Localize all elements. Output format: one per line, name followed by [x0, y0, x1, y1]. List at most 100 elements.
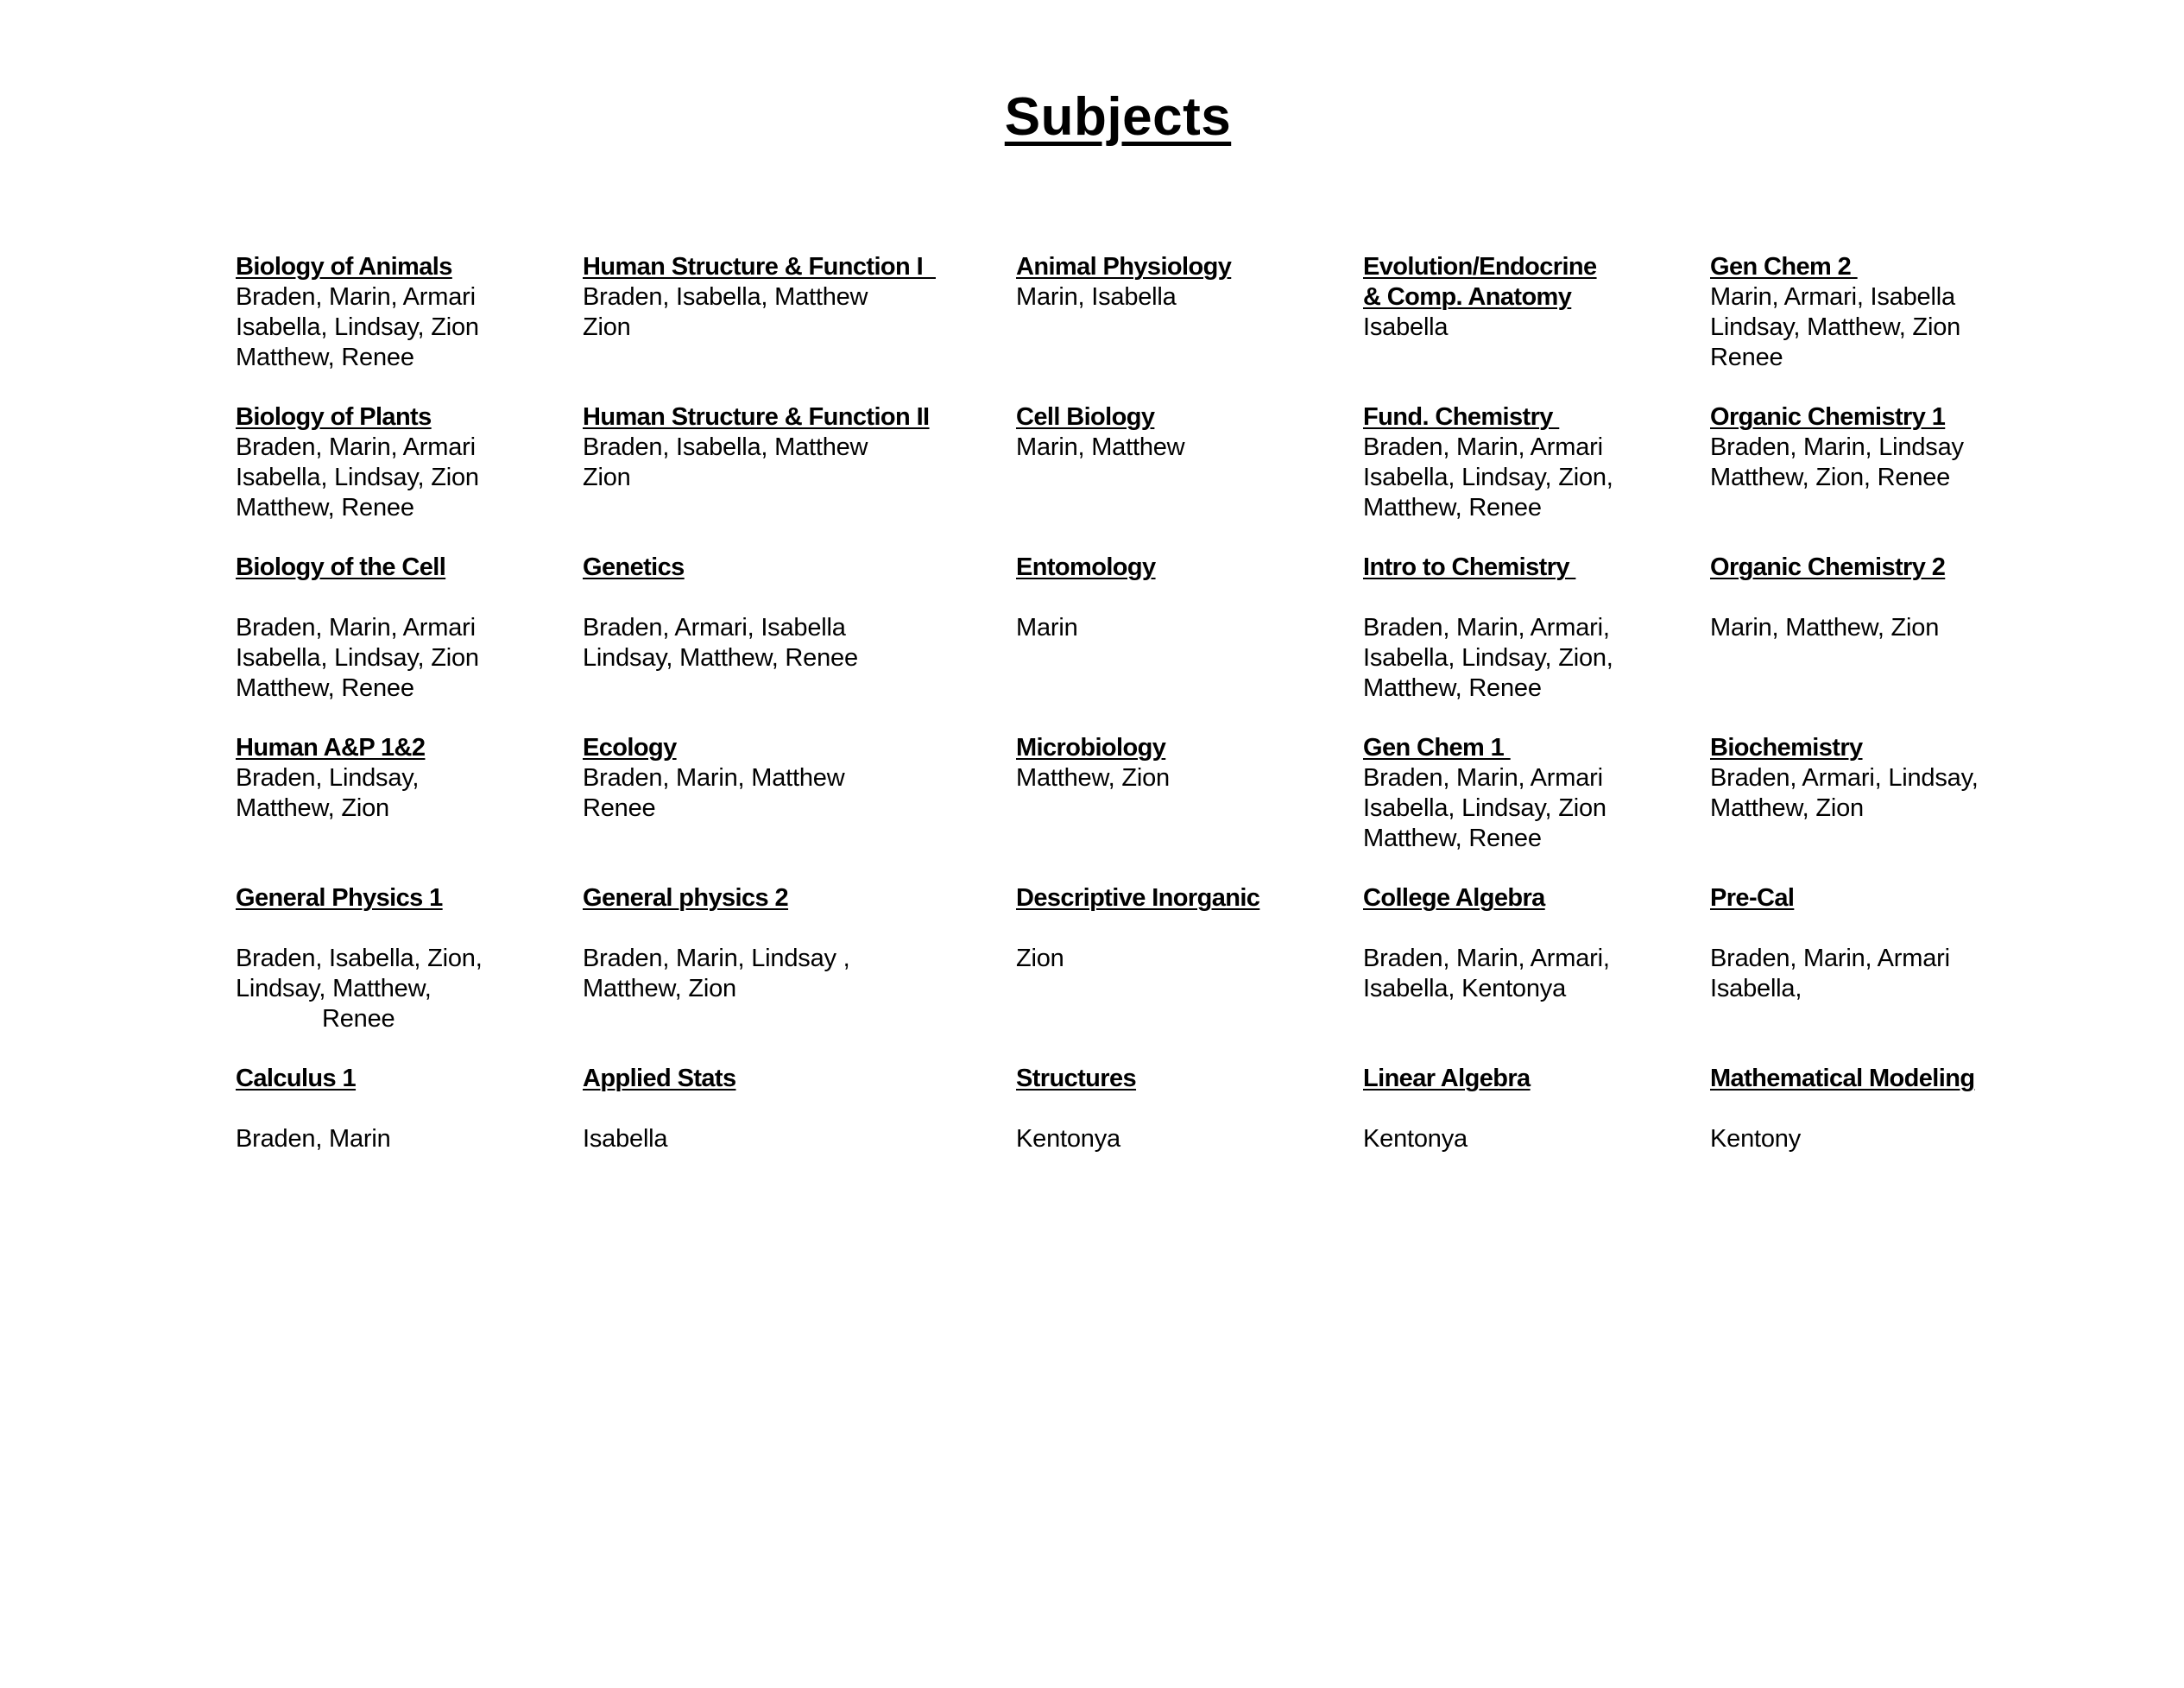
subject-entry: Biochemistry Braden, Armari, Lindsay, Matt… — [1710, 733, 1979, 824]
student-names: Kentony — [1710, 1124, 1974, 1154]
student-names: Kentonya — [1016, 1124, 1136, 1154]
subject-entry: Gen Chem 2 Marin, Armari, Isabella Lindsa… — [1710, 252, 1960, 373]
subject-heading: Human Structure & Function II — [583, 403, 930, 431]
student-names-line: Matthew, Zion — [1016, 764, 1170, 792]
student-names-line: Braden, Isabella, Zion, — [236, 945, 483, 972]
subject-heading: Biology of Animals — [236, 253, 452, 281]
student-names: Isabella — [583, 1124, 736, 1154]
subject-heading: Genetics — [583, 553, 685, 581]
subject-entry: Linear Algebra Kentonya — [1363, 1064, 1531, 1154]
student-names-line: Isabella, Lindsay, Zion — [236, 644, 479, 672]
subject-entry: General physics 2 Braden, Marin, Lindsay … — [583, 883, 850, 1004]
subject-heading: Biology of the Cell — [236, 553, 446, 581]
subject-entry: Applied Stats Isabella — [583, 1064, 736, 1154]
student-names: Kentonya — [1363, 1124, 1531, 1154]
student-names-line: Braden, Marin — [236, 1125, 391, 1153]
subject-heading: Applied Stats — [583, 1065, 736, 1092]
subject-entry: College Algebra Braden, Marin, Armari, Isa… — [1363, 883, 1610, 1004]
student-names: Isabella — [1363, 313, 1597, 343]
student-names-line: Braden, Marin, Matthew — [583, 764, 845, 792]
student-names-line: Isabella, Lindsay, Zion — [236, 313, 479, 341]
subject-heading: Gen Chem 1 — [1363, 734, 1511, 762]
student-names-line: Zion — [1016, 945, 1064, 972]
student-names: Braden, Marin, Matthew Renee — [583, 763, 845, 824]
student-names-line: Marin, Armari, Isabella — [1710, 283, 1955, 311]
subject-heading: Intro to Chemistry — [1363, 553, 1576, 581]
subject-entry: Entomology Marin — [1016, 553, 1156, 643]
subject-entry: Biology of Plants Braden, Marin, Armari Is… — [236, 402, 479, 523]
student-names-line: Marin, Matthew — [1016, 433, 1185, 461]
student-names-line: Braden, Marin, Armari, — [1363, 614, 1610, 642]
subject-heading: Human Structure & Function I — [583, 253, 936, 281]
student-names-line: Lindsay, Matthew, Renee — [583, 644, 858, 672]
subject-entry: Cell Biology Marin, Matthew — [1016, 402, 1185, 463]
subject-heading: Microbiology — [1016, 734, 1166, 762]
student-names-line: Braden, Isabella, Matthew — [583, 283, 868, 311]
subject-entry: Mathematical Modeling Kentony — [1710, 1064, 1975, 1154]
subject-entry: General Physics 1 Braden, Isabella, Zion,… — [236, 883, 483, 1034]
subject-heading: Linear Algebra — [1363, 1065, 1531, 1092]
student-names-line: Braden, Marin, Armari — [236, 433, 476, 461]
student-names-line: Braden, Marin, Armari — [236, 614, 476, 642]
student-names: Marin, Isabella — [1016, 282, 1231, 313]
student-names-line: Braden, Marin, Armari — [1363, 433, 1603, 461]
student-names: Braden, Marin, Lindsay , Matthew, Zion — [583, 944, 850, 1004]
subject-entry: Descriptive Inorganic Zion — [1016, 883, 1260, 974]
student-names-line: Matthew, Zion — [236, 794, 389, 822]
subject-entry: Fund. Chemistry Braden, Marin, Armari Isa… — [1363, 402, 1613, 523]
subject-heading: General Physics 1 — [236, 884, 443, 912]
subject-entry: Animal Physiology Marin, Isabella — [1016, 252, 1232, 313]
student-names-line: Matthew, Renee — [1363, 825, 1542, 852]
subject-heading: Organic Chemistry 2 — [1710, 553, 1946, 581]
student-names-line: Matthew, Zion — [583, 975, 736, 1002]
subject-entry: Human Structure & Function I Braden, Isa… — [583, 252, 936, 343]
page-title: Subjects — [1004, 87, 1232, 147]
student-names: Marin, Matthew — [1016, 433, 1185, 463]
subject-heading: Structures — [1016, 1065, 1137, 1092]
student-names-line: Matthew, Renee — [236, 344, 414, 371]
subject-heading: Organic Chemistry 1 — [1710, 403, 1946, 431]
subject-heading: Biochemistry — [1710, 734, 1863, 762]
student-names: Braden, Marin, Armari Isabella, Lindsay, … — [236, 282, 479, 373]
student-names-line: Renee — [583, 794, 656, 822]
student-names-line: Kentonya — [1363, 1125, 1468, 1153]
student-names-line: Isabella, — [1710, 975, 1802, 1002]
student-names-line: Braden, Marin, Armari — [1363, 764, 1603, 792]
student-names-line: Braden, Isabella, Matthew — [583, 433, 868, 461]
student-names: Braden, Isabella, Zion, Lindsay, Matthew,… — [236, 944, 483, 1034]
student-names-line: Isabella — [583, 1125, 668, 1153]
subject-heading: Evolution/Endocrine & Comp. Anatomy — [1363, 253, 1597, 311]
student-names-line: Braden, Armari, Isabella — [583, 614, 846, 642]
student-names: Braden, Armari, Isabella Lindsay, Matthew… — [583, 613, 858, 673]
student-names: Marin, Matthew, Zion — [1710, 613, 1945, 643]
subject-heading: Mathematical Modeling — [1710, 1065, 1975, 1092]
student-names-line: Renee — [1710, 344, 1783, 371]
student-names-line: Matthew, Renee — [236, 494, 414, 522]
subject-entry: Organic Chemistry 1 Braden, Marin, Lindsa… — [1710, 402, 1964, 493]
student-names: Braden, Isabella, Matthew Zion — [583, 433, 930, 493]
student-names: Braden, Marin, Armari, Isabella, Kentonya — [1363, 944, 1610, 1004]
student-names-line: Isabella — [1363, 313, 1449, 341]
student-names: Matthew, Zion — [1016, 763, 1170, 793]
subject-heading: Pre-Cal — [1710, 884, 1795, 912]
subject-entry: Intro to Chemistry Braden, Marin, Armari… — [1363, 553, 1613, 704]
subject-entry: Biology of the Cell Braden, Marin, Armari… — [236, 553, 479, 704]
student-names-line: Braden, Marin, Lindsay — [1710, 433, 1964, 461]
subject-heading: Human A&P 1&2 — [236, 734, 426, 762]
student-names: Marin — [1016, 613, 1156, 643]
subject-entry: Genetics Braden, Armari, Isabella Lindsay,… — [583, 553, 858, 673]
student-names-line: Zion — [583, 464, 631, 491]
subject-heading: Biology of Plants — [236, 403, 432, 431]
student-names-line: Lindsay, Matthew, — [236, 975, 432, 1002]
student-names-line: Isabella, Kentonya — [1363, 975, 1567, 1002]
subject-heading: Descriptive Inorganic — [1016, 884, 1260, 912]
student-names-line: Isabella, Lindsay, Zion, — [1363, 644, 1613, 672]
subject-heading: Entomology — [1016, 553, 1156, 581]
subject-entry: Human Structure & Function II Braden, Isa… — [583, 402, 930, 493]
student-names: Marin, Armari, Isabella Lindsay, Matthew,… — [1710, 282, 1960, 373]
student-names-line: Lindsay, Matthew, Zion — [1710, 313, 1961, 341]
subject-heading: Gen Chem 2 — [1710, 253, 1858, 281]
subject-entry: Human A&P 1&2 Braden, Lindsay, Matthew, Zi… — [236, 733, 426, 824]
subject-heading: Ecology — [583, 734, 677, 762]
student-names-line: Matthew, Zion, Renee — [1710, 464, 1951, 491]
